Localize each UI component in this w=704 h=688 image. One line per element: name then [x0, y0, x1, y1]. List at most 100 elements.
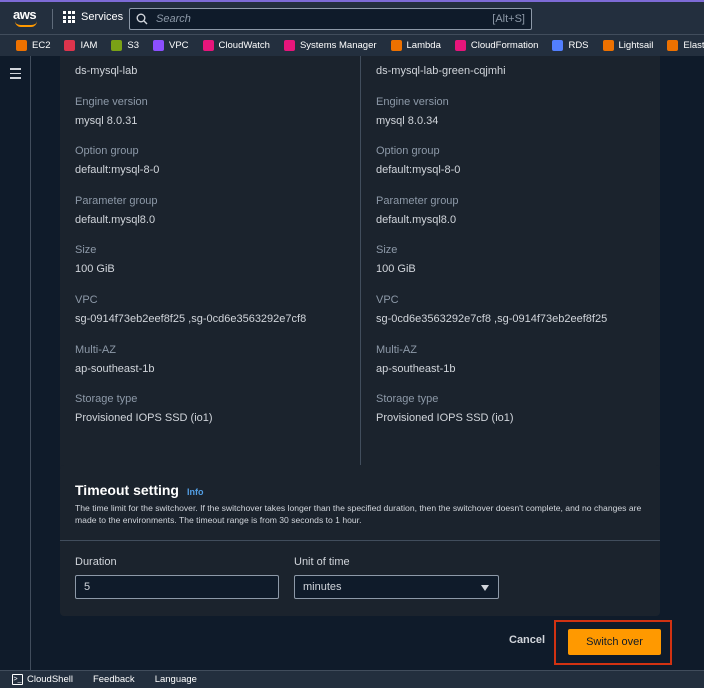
favorite-label: Lightsail [618, 40, 654, 51]
cancel-button[interactable]: Cancel [509, 634, 545, 646]
field-value: Provisioned IOPS SSD (io1) [75, 412, 213, 425]
environment-comparison-panel: Identifier ds-mysql-lab Engine version mysq… [60, 56, 660, 506]
menu-icon[interactable] [10, 68, 21, 82]
info-link[interactable]: Info [187, 487, 204, 497]
favorite-label: EC2 [32, 40, 51, 51]
services-grid-icon [63, 11, 75, 23]
field-size: Size 100 GiB [376, 244, 666, 275]
field-value: mysql 8.0.34 [376, 114, 439, 127]
search-shortcut-hint: [Alt+S] [492, 13, 525, 25]
field-option-group: Option group default:mysql-8-0 [75, 145, 365, 176]
services-menu-button[interactable]: Services [63, 11, 123, 23]
aws-logo[interactable]: aws [13, 6, 41, 30]
favorite-cloudwatch[interactable]: CloudWatch [202, 40, 270, 51]
field-option-group: Option group default:mysql-8-0 [376, 145, 666, 176]
cloudshell-button[interactable]: >_ CloudShell [12, 674, 73, 685]
field-value: default.mysql8.0 [376, 213, 457, 226]
favorite-iam[interactable]: IAM [64, 40, 97, 51]
service-icon [390, 40, 402, 51]
field-value: sg-0914f73eb2eef8f25 ,sg-0cd6e3563292e7c… [75, 313, 307, 325]
service-icon [667, 40, 679, 51]
field-label: Option group [376, 145, 440, 158]
unit-of-time-label: Unit of time [294, 556, 350, 568]
field-label: Identifier [376, 56, 666, 58]
timeout-description: The time limit for the switchover. If th… [75, 503, 642, 525]
service-icon [16, 40, 27, 51]
favorite-label: CloudFormation [470, 40, 539, 51]
service-icon [64, 40, 76, 51]
side-navigation [0, 56, 31, 670]
favorite-cloudformation[interactable]: CloudFormation [454, 40, 539, 51]
field-value: mysql 8.0.31 [75, 114, 138, 127]
favorite-label: IAM [80, 40, 98, 51]
cloudshell-icon: >_ [12, 674, 23, 685]
duration-input[interactable]: 5 [75, 575, 279, 599]
favorite-ec2[interactable]: EC2 [16, 40, 50, 51]
field-label: Storage type [376, 393, 439, 406]
favorite-label: Lambda [406, 40, 441, 51]
favorites-bar: EC2 IAM S3 VPC CloudWatch Systems Manager Lamb… [0, 34, 704, 56]
favorite-label: CloudWatch [218, 40, 270, 51]
language-link[interactable]: Language [155, 674, 197, 685]
feedback-label: Feedback [92, 674, 135, 685]
column-divider [360, 56, 361, 492]
language-label: Language [154, 674, 197, 685]
field-multi-az: Multi-AZ ap-southeast-1b [376, 344, 666, 375]
favorite-systems-manager[interactable]: Systems Manager [283, 40, 377, 51]
field-value: default.mysql8.0 [75, 213, 156, 226]
field-identifier: Identifier ds-mysql-lab [75, 56, 365, 77]
field-value: ds-mysql-lab [75, 65, 138, 77]
field-value: ap-southeast-1b [376, 362, 456, 375]
services-label: Services [81, 11, 124, 23]
timeout-header: Timeout setting Info [75, 482, 203, 498]
field-vpc: VPC sg-0914f73eb2eef8f25 ,sg-0cd6e3563292… [75, 294, 365, 325]
field-label: Size [376, 244, 398, 257]
aws-smile-icon [15, 21, 37, 27]
field-engine-version: Engine version mysql 8.0.31 [75, 96, 365, 127]
service-icon [111, 40, 123, 51]
favorite-vpc[interactable]: VPC [153, 40, 189, 51]
field-label: Identifier [75, 56, 365, 58]
favorite-elastic-bear[interactable]: Elastic Bear [667, 40, 704, 51]
field-label: VPC [376, 294, 399, 306]
field-engine-version: Engine version mysql 8.0.34 [376, 96, 666, 127]
favorite-s3[interactable]: S3 [111, 40, 139, 51]
unit-of-time-select[interactable]: minutes [294, 575, 499, 599]
service-icon [202, 40, 214, 51]
service-icon [153, 40, 164, 51]
field-value: default:mysql-8-0 [376, 164, 461, 177]
feedback-link[interactable]: Feedback [93, 674, 135, 685]
cloudshell-label: CloudShell [27, 674, 73, 685]
nav-divider [52, 9, 53, 29]
field-vpc: VPC sg-0cd6e3563292e7cf8 ,sg-0914f73eb2ee… [376, 294, 666, 325]
favorite-label: S3 [127, 40, 139, 51]
field-value: ds-mysql-lab-green-cqjmhi [376, 65, 506, 77]
field-storage-type: Storage type Provisioned IOPS SSD (io1) [376, 393, 666, 424]
favorite-label: Elastic Bear [683, 40, 704, 51]
favorite-label: RDS [568, 40, 589, 51]
field-label: VPC [75, 294, 98, 306]
switch-over-button[interactable]: Switch over [568, 629, 661, 655]
field-value: default:mysql-8-0 [75, 164, 160, 177]
favorite-lambda[interactable]: Lambda [390, 40, 441, 51]
search-input[interactable]: Search [Alt+S] [129, 8, 532, 30]
search-placeholder: Search [156, 13, 191, 25]
field-parameter-group: Parameter group default.mysql8.0 [75, 195, 365, 226]
field-storage-type: Storage type Provisioned IOPS SSD (io1) [75, 393, 365, 424]
field-value: 100 GiB [75, 263, 115, 276]
field-label: Engine version [376, 95, 449, 108]
service-icon [283, 40, 295, 51]
favorite-rds[interactable]: RDS [552, 40, 589, 51]
field-label: Size [75, 244, 97, 257]
panel-divider [60, 540, 660, 541]
field-label: Option group [75, 145, 139, 158]
field-label: Engine version [75, 95, 148, 108]
top-navigation: aws Services Search [Alt+S] [0, 0, 704, 34]
favorite-lightsail[interactable]: Lightsail [602, 40, 654, 51]
field-identifier: Identifier ds-mysql-lab-green-cqjmhi [376, 56, 666, 77]
field-label: Parameter group [376, 194, 459, 207]
aws-logo-text: aws [13, 7, 37, 22]
field-value: 100 GiB [376, 263, 416, 276]
console-footer: >_ CloudShell Feedback Language [0, 670, 704, 688]
duration-value: 5 [84, 581, 91, 593]
